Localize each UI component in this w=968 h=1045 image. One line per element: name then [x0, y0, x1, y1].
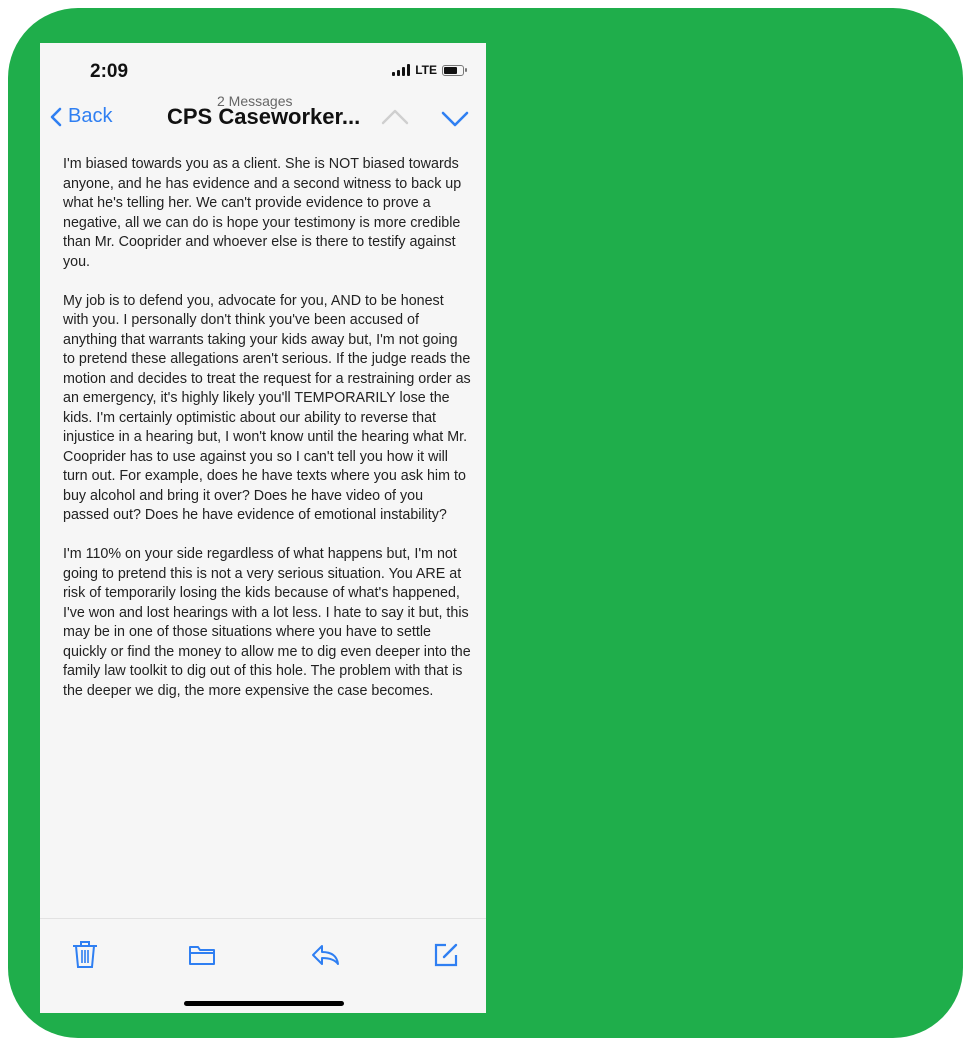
reply-icon[interactable] [310, 943, 340, 967]
status-bar: 2:09 LTE [40, 43, 486, 93]
page-title: CPS Caseworker... [167, 104, 361, 129]
folder-icon[interactable] [188, 943, 216, 967]
chevron-down-icon[interactable] [440, 109, 470, 129]
green-frame: 2:09 LTE Back 2 Messages CPS Caseworker.… [8, 8, 963, 1038]
signal-icon [392, 64, 411, 76]
status-indicators: LTE [392, 63, 467, 77]
phone-screen: 2:09 LTE Back 2 Messages CPS Caseworker.… [40, 43, 486, 1013]
trash-icon[interactable] [72, 939, 98, 969]
compose-icon[interactable] [432, 941, 460, 969]
chevron-up-icon[interactable] [380, 107, 410, 127]
email-paragraph: My job is to defend you, advocate for yo… [63, 292, 471, 524]
back-label: Back [68, 105, 113, 127]
home-indicator[interactable] [184, 1001, 344, 1006]
bottom-toolbar [40, 918, 486, 1013]
nav-bar: Back 2 Messages CPS Caseworker... [40, 93, 486, 148]
back-button[interactable]: Back [50, 105, 112, 128]
network-label: LTE [415, 63, 437, 77]
email-paragraph: I'm biased towards you as a client. She … [63, 156, 462, 270]
chevron-left-icon [50, 107, 62, 126]
email-paragraph: I'm 110% on your side regardless of what… [63, 546, 471, 699]
status-time: 2:09 [90, 61, 129, 82]
email-body: I'm biased towards you as a client. She … [63, 155, 473, 721]
battery-icon [442, 64, 467, 76]
